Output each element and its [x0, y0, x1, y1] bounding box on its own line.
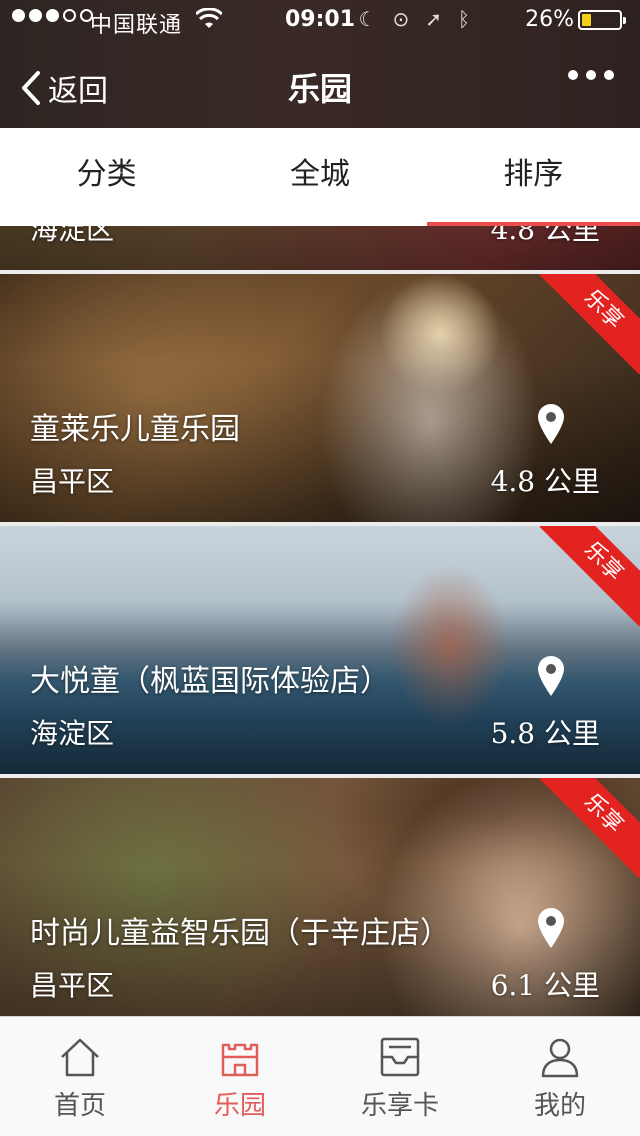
header: 中国联通 09:01 ☾ ⊙ ➚ ᛒ 26% 返回 乐园 — [0, 0, 640, 128]
page-title: 乐园 — [287, 70, 352, 108]
filter-tabs: 分类 全城 排序 — [0, 128, 640, 226]
card-box-icon — [380, 1037, 420, 1077]
park-distance: 4.8 公里 — [490, 226, 600, 246]
badge-ribbon: 乐享 — [540, 274, 640, 374]
tab-me[interactable]: 我的 — [480, 1017, 640, 1136]
home-icon — [61, 1038, 99, 1077]
castle-icon — [221, 1043, 259, 1077]
park-distance: 4.8 公里 — [490, 465, 600, 498]
location-pin-icon[interactable] — [538, 908, 564, 948]
park-name: 童莱乐儿童乐园 — [30, 412, 240, 447]
location-arrow-icon: ➚ — [425, 7, 442, 31]
badge-ribbon: 乐享 — [540, 778, 640, 878]
bluetooth-icon: ᛒ — [458, 7, 470, 31]
location-pin-icon[interactable] — [538, 656, 564, 696]
park-card[interactable]: 乐享 时尚儿童益智乐园（于辛庄店） 昌平区 6.1 公里 — [0, 778, 640, 1016]
tab-card[interactable]: 乐享卡 — [320, 1017, 480, 1136]
app-root: 中国联通 09:01 ☾ ⊙ ➚ ᛒ 26% 返回 乐园 分类 全城 排序 海淀… — [0, 0, 640, 1136]
park-distance: 6.1 公里 — [490, 969, 600, 1002]
filter-tab-sort[interactable]: 排序 — [426, 128, 640, 226]
moon-icon: ☾ — [358, 7, 377, 31]
badge-label: 乐享 — [540, 274, 640, 374]
tab-label: 首页 — [53, 1091, 106, 1121]
badge-label: 乐享 — [540, 526, 640, 626]
more-button[interactable] — [568, 70, 614, 80]
tab-park[interactable]: 乐园 — [160, 1017, 320, 1136]
park-name: 大悦童（枫蓝国际体验店） — [30, 664, 390, 699]
battery-percentage: 26% — [525, 7, 574, 32]
tab-label: 乐园 — [213, 1091, 266, 1121]
filter-tab-category[interactable]: 分类 — [0, 128, 213, 226]
user-icon — [541, 1038, 579, 1078]
more-dots-icon — [568, 70, 578, 80]
tab-home[interactable]: 首页 — [0, 1017, 160, 1136]
park-district: 海淀区 — [30, 226, 115, 246]
park-district: 昌平区 — [30, 465, 115, 498]
park-card[interactable]: 乐享 童莱乐儿童乐园 昌平区 4.8 公里 — [0, 274, 640, 522]
badge-label: 乐享 — [540, 778, 640, 878]
filter-tab-area[interactable]: 全城 — [213, 128, 426, 226]
park-distance: 5.8 公里 — [490, 717, 600, 750]
battery-icon — [578, 10, 626, 30]
bottom-tab-bar: 首页 乐园 乐享卡 我的 — [0, 1016, 640, 1136]
park-district: 海淀区 — [30, 717, 115, 750]
park-card[interactable]: 乐享 大悦童（枫蓝国际体验店） 海淀区 5.8 公里 — [0, 526, 640, 774]
tab-label: 我的 — [533, 1091, 586, 1121]
park-card-partial[interactable]: 海淀区 4.8 公里 — [0, 226, 640, 270]
tab-label: 乐享卡 — [360, 1091, 439, 1121]
rotation-lock-icon: ⊙ — [392, 7, 410, 31]
status-bar: 中国联通 09:01 ☾ ⊙ ➚ ᛒ 26% — [0, 0, 640, 40]
location-pin-icon[interactable] — [538, 404, 564, 444]
park-name: 时尚儿童益智乐园（于辛庄店） — [30, 916, 450, 951]
park-district: 昌平区 — [30, 969, 115, 1002]
nav-bar: 返回 乐园 — [0, 40, 640, 128]
park-list: 海淀区 4.8 公里 乐享 童莱乐儿童乐园 昌平区 4.8 公里 乐享 大悦童（… — [0, 226, 640, 1016]
badge-ribbon: 乐享 — [540, 526, 640, 626]
battery-level — [582, 14, 591, 26]
